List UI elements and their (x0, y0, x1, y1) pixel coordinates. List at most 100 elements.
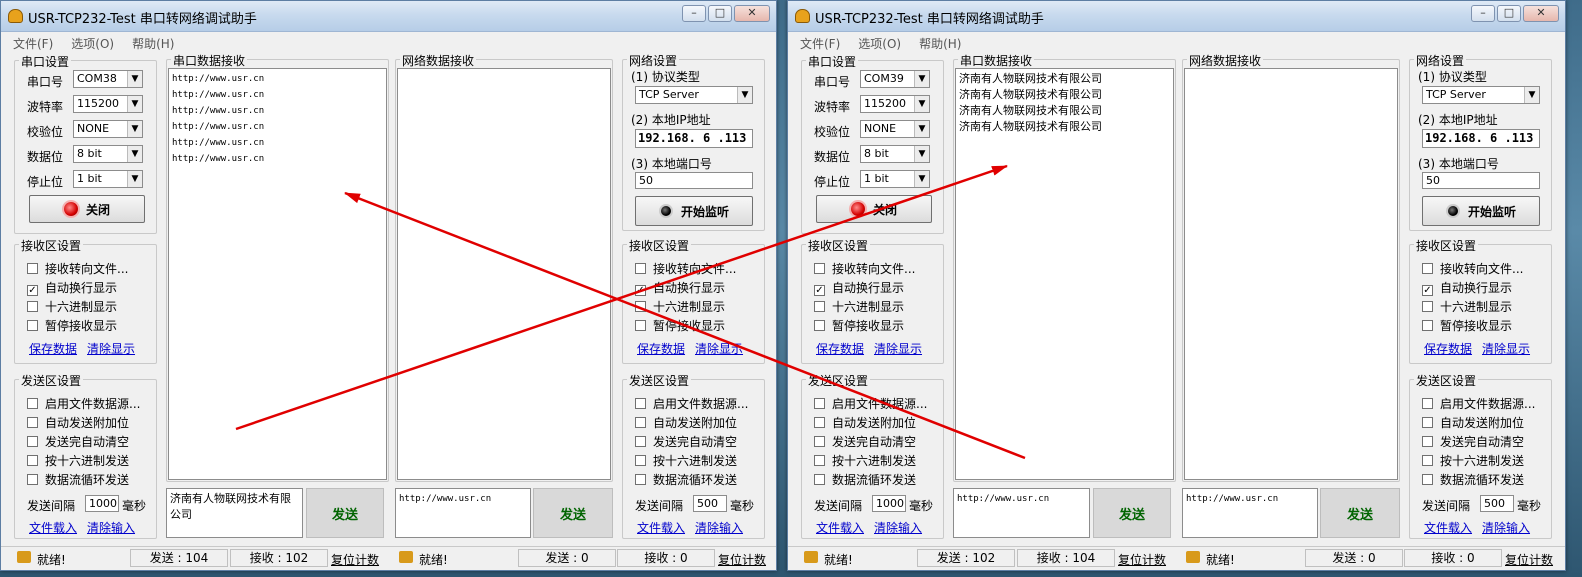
local-ip-input[interactable]: 192.168. 6 .113 (1422, 129, 1540, 148)
hex-display-checkbox[interactable]: 十六进制显示 (814, 298, 904, 315)
net-send-button[interactable]: 发送 (1320, 488, 1400, 538)
net-reset-count-button[interactable]: 复位计数 (1505, 551, 1553, 568)
serial-reset-count-button[interactable]: 复位计数 (331, 551, 379, 568)
protocol-select[interactable]: TCP Server ▼ (1422, 86, 1540, 104)
file-load-link[interactable]: 文件载入 (816, 519, 864, 536)
open-close-port-button[interactable]: 关闭 (29, 195, 145, 223)
databits-select[interactable]: 8 bit ▼ (860, 145, 930, 163)
serial-send-textarea[interactable]: http://www.usr.cn (953, 488, 1090, 538)
local-port-input[interactable]: 50 (635, 172, 753, 189)
serial-send-button[interactable]: 发送 (1093, 488, 1171, 538)
clear-input-link[interactable]: 清除输入 (874, 519, 922, 536)
net-clear-input-link[interactable]: 清除输入 (1482, 519, 1530, 536)
net-interval-input[interactable]: 500 (693, 495, 727, 512)
port-select[interactable]: COM38 ▼ (73, 70, 143, 88)
auto-clear-checkbox[interactable]: 发送完自动清空 (27, 433, 129, 450)
net-auto-append-checkbox[interactable]: 自动发送附加位 (635, 414, 737, 431)
hex-display-checkbox[interactable]: 十六进制显示 (27, 298, 117, 315)
clear-display-link[interactable]: 清除显示 (87, 340, 135, 357)
net-clear-input-link[interactable]: 清除输入 (695, 519, 743, 536)
interval-input[interactable]: 1000 (872, 495, 906, 512)
net-auto-append-checkbox[interactable]: 自动发送附加位 (1422, 414, 1524, 431)
baud-select[interactable]: 115200 ▼ (73, 95, 143, 113)
pause-display-checkbox[interactable]: 暂停接收显示 (814, 317, 904, 334)
net-hex-send-checkbox[interactable]: 按十六进制发送 (1422, 452, 1524, 469)
net-recv-to-file-checkbox[interactable]: 接收转向文件... (635, 260, 736, 277)
title-bar[interactable]: USR-TCP232-Test 串口转网络调试助手 – □ ✕ (788, 1, 1565, 32)
menu-file[interactable]: 文件(F) (788, 33, 846, 52)
net-reset-count-button[interactable]: 复位计数 (718, 551, 766, 568)
menu-help[interactable]: 帮助(H) (120, 33, 180, 52)
net-auto-clear-checkbox[interactable]: 发送完自动清空 (1422, 433, 1524, 450)
recv-to-file-checkbox[interactable]: 接收转向文件... (27, 260, 128, 277)
menu-file[interactable]: 文件(F) (1, 33, 59, 52)
serial-send-button[interactable]: 发送 (306, 488, 384, 538)
start-listen-button[interactable]: 开始监听 (635, 196, 753, 226)
net-file-load-link[interactable]: 文件载入 (1424, 519, 1472, 536)
stopbits-select[interactable]: 1 bit ▼ (73, 170, 143, 188)
maximize-button[interactable]: □ (708, 5, 732, 22)
net-file-source-checkbox[interactable]: 启用文件数据源... (1422, 395, 1535, 412)
save-data-link[interactable]: 保存数据 (29, 340, 77, 357)
net-save-data-link[interactable]: 保存数据 (637, 340, 685, 357)
net-hex-display-checkbox[interactable]: 十六进制显示 (1422, 298, 1512, 315)
protocol-select[interactable]: TCP Server ▼ (635, 86, 753, 104)
net-clear-display-link[interactable]: 清除显示 (1482, 340, 1530, 357)
local-ip-input[interactable]: 192.168. 6 .113 (635, 129, 753, 148)
file-source-checkbox[interactable]: 启用文件数据源... (27, 395, 140, 412)
net-send-textarea[interactable]: http://www.usr.cn (1182, 488, 1318, 538)
databits-select[interactable]: 8 bit ▼ (73, 145, 143, 163)
net-send-button[interactable]: 发送 (533, 488, 613, 538)
loop-send-checkbox[interactable]: 数据流循环发送 (27, 471, 129, 488)
net-file-load-link[interactable]: 文件载入 (637, 519, 685, 536)
hex-send-checkbox[interactable]: 按十六进制发送 (27, 452, 129, 469)
pause-display-checkbox[interactable]: 暂停接收显示 (27, 317, 117, 334)
net-interval-input[interactable]: 500 (1480, 495, 1514, 512)
stopbits-select[interactable]: 1 bit ▼ (860, 170, 930, 188)
net-recv-textarea[interactable] (1184, 68, 1398, 480)
net-pause-display-checkbox[interactable]: 暂停接收显示 (1422, 317, 1512, 334)
serial-reset-count-button[interactable]: 复位计数 (1118, 551, 1166, 568)
auto-clear-checkbox[interactable]: 发送完自动清空 (814, 433, 916, 450)
serial-send-textarea[interactable]: 济南有人物联网技术有限公司 (166, 488, 303, 538)
net-hex-display-checkbox[interactable]: 十六进制显示 (635, 298, 725, 315)
net-file-source-checkbox[interactable]: 启用文件数据源... (635, 395, 748, 412)
hex-send-checkbox[interactable]: 按十六进制发送 (814, 452, 916, 469)
close-button[interactable]: ✕ (1523, 5, 1559, 22)
net-recv-to-file-checkbox[interactable]: 接收转向文件... (1422, 260, 1523, 277)
clear-input-link[interactable]: 清除输入 (87, 519, 135, 536)
net-pause-display-checkbox[interactable]: 暂停接收显示 (635, 317, 725, 334)
net-save-data-link[interactable]: 保存数据 (1424, 340, 1472, 357)
net-send-textarea[interactable]: http://www.usr.cn (395, 488, 531, 538)
baud-select[interactable]: 115200 ▼ (860, 95, 930, 113)
net-recv-textarea[interactable] (397, 68, 611, 480)
menu-options[interactable]: 选项(O) (846, 33, 907, 52)
minimize-button[interactable]: – (1471, 5, 1495, 22)
serial-recv-textarea[interactable]: http://www.usr.cn http://www.usr.cn http:/… (168, 68, 387, 480)
parity-select[interactable]: NONE ▼ (73, 120, 143, 138)
net-auto-wrap-checkbox[interactable]: ✓ 自动换行显示 (635, 279, 725, 296)
parity-select[interactable]: NONE ▼ (860, 120, 930, 138)
menu-help[interactable]: 帮助(H) (907, 33, 967, 52)
net-clear-display-link[interactable]: 清除显示 (695, 340, 743, 357)
title-bar[interactable]: USR-TCP232-Test 串口转网络调试助手 – □ ✕ (1, 1, 776, 32)
file-source-checkbox[interactable]: 启用文件数据源... (814, 395, 927, 412)
serial-recv-textarea[interactable]: 济南有人物联网技术有限公司 济南有人物联网技术有限公司 济南有人物联网技术有限公司济… (955, 68, 1174, 480)
net-loop-send-checkbox[interactable]: 数据流循环发送 (1422, 471, 1524, 488)
menu-options[interactable]: 选项(O) (59, 33, 120, 52)
close-button[interactable]: ✕ (734, 5, 770, 22)
maximize-button[interactable]: □ (1497, 5, 1521, 22)
start-listen-button[interactable]: 开始监听 (1422, 196, 1540, 226)
file-load-link[interactable]: 文件载入 (29, 519, 77, 536)
net-auto-wrap-checkbox[interactable]: ✓ 自动换行显示 (1422, 279, 1512, 296)
recv-to-file-checkbox[interactable]: 接收转向文件... (814, 260, 915, 277)
clear-display-link[interactable]: 清除显示 (874, 340, 922, 357)
port-select[interactable]: COM39 ▼ (860, 70, 930, 88)
open-close-port-button[interactable]: 关闭 (816, 195, 932, 223)
auto-wrap-checkbox[interactable]: ✓ 自动换行显示 (814, 279, 904, 296)
minimize-button[interactable]: – (682, 5, 706, 22)
auto-wrap-checkbox[interactable]: ✓ 自动换行显示 (27, 279, 117, 296)
local-port-input[interactable]: 50 (1422, 172, 1540, 189)
loop-send-checkbox[interactable]: 数据流循环发送 (814, 471, 916, 488)
net-hex-send-checkbox[interactable]: 按十六进制发送 (635, 452, 737, 469)
